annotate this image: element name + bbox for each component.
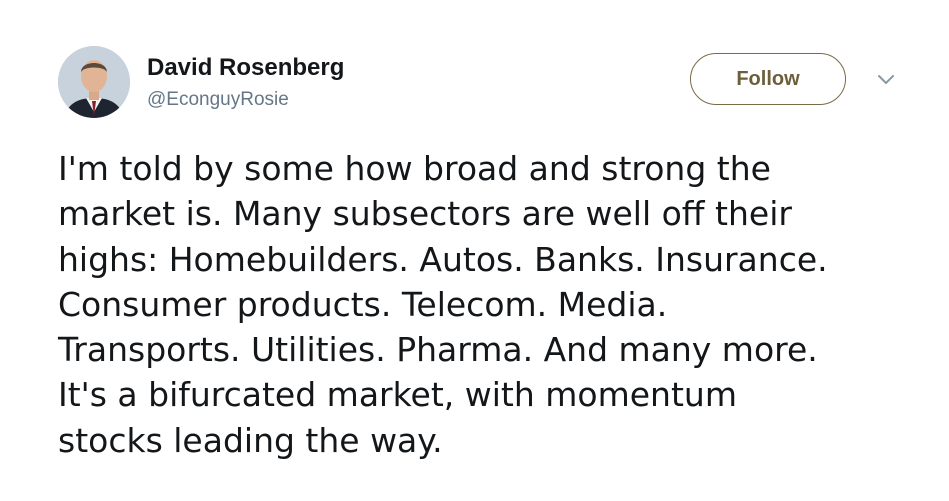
tweet-text-line: highs: Homebuilders. Autos. Banks. Insur… [58,239,828,279]
chevron-down-icon[interactable] [876,72,896,86]
tweet-text-line: I'm told by some how broad and strong th… [58,149,771,188]
follow-button[interactable]: Follow [690,53,846,105]
author-display-name[interactable]: David Rosenberg [147,54,344,82]
tweet-text-line: Transports. Utilities. Pharma. And many … [58,330,818,370]
avatar[interactable] [58,46,130,118]
tweet-text-line: stocks leading the way. [58,420,443,460]
tweet-text-line: It's a bifurcated market, with momentum [58,375,737,415]
author-handle[interactable]: @EconguyRosie [147,89,289,111]
tweet-text-line: market is. Many subsectors are well off … [58,194,792,234]
tweet-text-line: Consumer products. Telecom. Media. [58,284,668,324]
tweet-card: David Rosenberg @EconguyRosie Follow I'm… [0,0,949,501]
tweet-text: I'm told by some how broad and strong th… [58,146,938,463]
avatar-image [58,46,130,118]
